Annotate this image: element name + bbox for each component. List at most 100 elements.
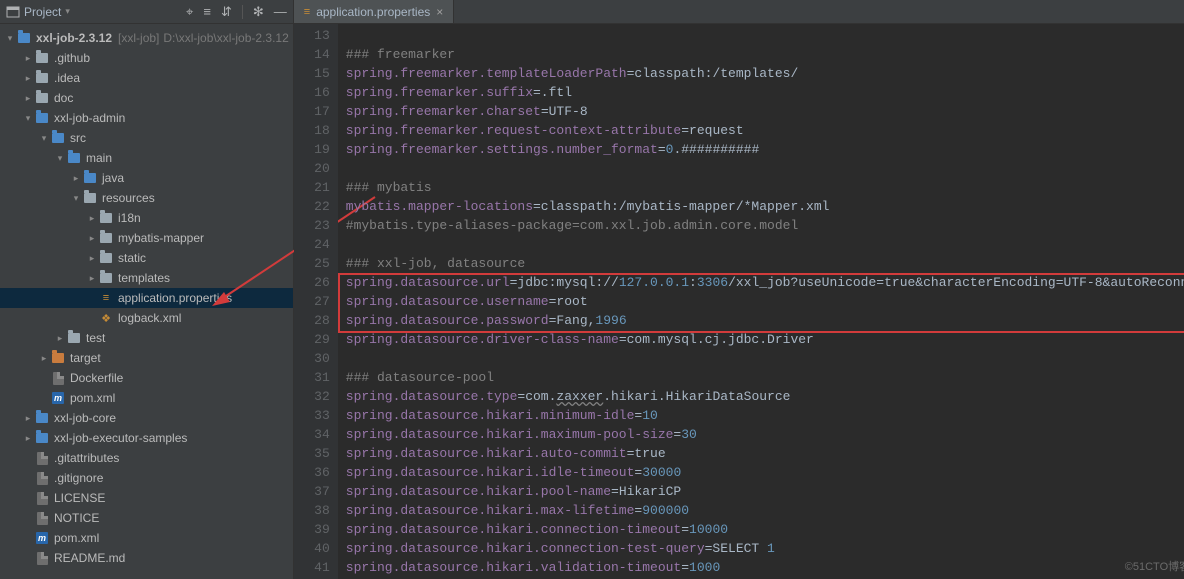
tree-item[interactable]: ▸mybatis-mapper xyxy=(0,228,293,248)
code-line[interactable] xyxy=(346,159,1184,178)
settings-icon[interactable]: ✻ xyxy=(253,4,264,20)
hide-icon[interactable]: — xyxy=(274,4,287,19)
tree-item[interactable]: ❖logback.xml xyxy=(0,308,293,328)
tree-item[interactable]: ▸ target xyxy=(0,348,293,368)
code-line[interactable]: ### datasource-pool xyxy=(346,368,1184,387)
tree-item[interactable]: ▸i18n xyxy=(0,208,293,228)
code-line[interactable]: spring.datasource.url=jdbc:mysql://127.0… xyxy=(346,273,1184,292)
tree-item[interactable]: ▸ test xyxy=(0,328,293,348)
code-line[interactable]: spring.freemarker.request-context-attrib… xyxy=(346,121,1184,140)
properties-file-icon: ≡ xyxy=(304,6,310,18)
tree-item[interactable]: ▾resources xyxy=(0,188,293,208)
toolbar-divider xyxy=(242,5,243,19)
code-line[interactable]: spring.datasource.hikari.connection-time… xyxy=(346,520,1184,539)
code-line[interactable]: ### freemarker xyxy=(346,45,1184,64)
tree-item[interactable]: ▸static xyxy=(0,248,293,268)
code-line[interactable]: spring.datasource.hikari.validation-time… xyxy=(346,558,1184,577)
code-line[interactable]: spring.datasource.hikari.idle-timeout=30… xyxy=(346,463,1184,482)
code-line[interactable]: spring.freemarker.suffix=.ftl xyxy=(346,83,1184,102)
project-dropdown-icon[interactable]: ▾ xyxy=(65,6,70,17)
tree-item[interactable]: ▸xxl-job-executor-samples xyxy=(0,428,293,448)
tree-item[interactable]: LICENSE xyxy=(0,488,293,508)
code-line[interactable]: spring.datasource.hikari.maximum-pool-si… xyxy=(346,425,1184,444)
code-line[interactable]: spring.datasource.username=root xyxy=(346,292,1184,311)
tree-item[interactable]: ▸.idea xyxy=(0,68,293,88)
line-gutter: 1314151617181920212223242526272829303132… xyxy=(294,24,338,579)
chevron-right-icon[interactable]: ▸ xyxy=(22,53,34,64)
tree-item[interactable]: mpom.xml xyxy=(0,388,293,408)
code-content[interactable]: ### freemarkerspring.freemarker.template… xyxy=(338,24,1184,579)
code-line[interactable]: spring.datasource.hikari.connection-test… xyxy=(346,539,1184,558)
chevron-right-icon[interactable]: ▸ xyxy=(86,273,98,284)
chevron-right-icon[interactable]: ▸ xyxy=(70,173,82,184)
code-line[interactable]: #mybatis.type-aliases-package=com.xxl.jo… xyxy=(346,216,1184,235)
chevron-down-icon[interactable]: ▾ xyxy=(70,193,82,204)
tree-item-label: test xyxy=(86,331,105,345)
chevron-down-icon[interactable]: ▾ xyxy=(54,153,66,164)
project-tree[interactable]: ▾ xxl-job-2.3.12 [xxl-job] D:\xxl-job\xx… xyxy=(0,24,293,579)
tree-item[interactable]: ▾xxl-job-admin xyxy=(0,108,293,128)
code-line[interactable]: spring.datasource.hikari.auto-commit=tru… xyxy=(346,444,1184,463)
editor-body[interactable]: 1314151617181920212223242526272829303132… xyxy=(294,24,1184,579)
folder-icon xyxy=(34,53,50,63)
code-line[interactable]: spring.datasource.driver-class-name=com.… xyxy=(346,330,1184,349)
tab-application-properties[interactable]: ≡ application.properties × xyxy=(294,0,455,23)
tree-root[interactable]: ▾ xxl-job-2.3.12 [xxl-job] D:\xxl-job\xx… xyxy=(0,28,293,48)
tree-item[interactable]: ▸doc xyxy=(0,88,293,108)
line-number: 22 xyxy=(294,197,330,216)
file-icon xyxy=(34,452,50,465)
code-line[interactable]: spring.freemarker.templateLoaderPath=cla… xyxy=(346,64,1184,83)
code-line[interactable]: spring.datasource.hikari.pool-name=Hikar… xyxy=(346,482,1184,501)
code-line[interactable] xyxy=(346,349,1184,368)
tree-item[interactable]: Dockerfile xyxy=(0,368,293,388)
code-line[interactable]: spring.datasource.hikari.minimum-idle=10 xyxy=(346,406,1184,425)
chevron-right-icon[interactable]: ▸ xyxy=(86,253,98,264)
chevron-right-icon[interactable]: ▸ xyxy=(38,353,50,364)
code-line[interactable]: mybatis.mapper-locations=classpath:/myba… xyxy=(346,197,1184,216)
tree-item-label: .gitignore xyxy=(54,471,103,485)
chevron-right-icon[interactable]: ▸ xyxy=(86,213,98,224)
tree-item-label: templates xyxy=(118,271,170,285)
line-number: 36 xyxy=(294,463,330,482)
close-tab-icon[interactable]: × xyxy=(436,5,443,19)
tree-item[interactable]: .gitignore xyxy=(0,468,293,488)
chevron-down-icon[interactable]: ▾ xyxy=(4,33,16,44)
code-line[interactable]: spring.datasource.password=Fang,1996 xyxy=(346,311,1184,330)
chevron-down-icon[interactable]: ▾ xyxy=(38,133,50,144)
tree-item[interactable]: ▸.github xyxy=(0,48,293,68)
collapse-all-icon[interactable]: ⇵ xyxy=(221,4,232,20)
tree-item[interactable]: .gitattributes xyxy=(0,448,293,468)
maven-file-icon: m xyxy=(50,392,66,404)
tree-item[interactable]: README.md xyxy=(0,548,293,568)
chevron-right-icon[interactable]: ▸ xyxy=(22,433,34,444)
code-line[interactable] xyxy=(346,235,1184,254)
tree-item-label: target xyxy=(70,351,101,365)
tree-item[interactable]: ▸java xyxy=(0,168,293,188)
chevron-right-icon[interactable]: ▸ xyxy=(22,413,34,424)
code-line[interactable]: spring.datasource.type=com.zaxxer.hikari… xyxy=(346,387,1184,406)
tree-item[interactable]: ≡application.properties xyxy=(0,288,293,308)
folder-icon xyxy=(34,413,50,423)
expand-all-icon[interactable]: ≡ xyxy=(203,4,211,19)
chevron-right-icon[interactable]: ▸ xyxy=(22,73,34,84)
tree-item-label: Dockerfile xyxy=(70,371,123,385)
tree-item[interactable]: NOTICE xyxy=(0,508,293,528)
code-line[interactable]: ### mybatis xyxy=(346,178,1184,197)
chevron-right-icon[interactable]: ▸ xyxy=(22,93,34,104)
code-line[interactable]: spring.datasource.hikari.max-lifetime=90… xyxy=(346,501,1184,520)
chevron-right-icon[interactable]: ▸ xyxy=(86,233,98,244)
line-number: 37 xyxy=(294,482,330,501)
project-title: Project xyxy=(24,5,61,19)
tree-item[interactable]: ▾main xyxy=(0,148,293,168)
tree-item[interactable]: ▾src xyxy=(0,128,293,148)
select-opened-file-icon[interactable]: ⌖ xyxy=(186,4,193,20)
chevron-right-icon[interactable]: ▸ xyxy=(54,333,66,344)
tree-item[interactable]: ▸ templates xyxy=(0,268,293,288)
chevron-down-icon[interactable]: ▾ xyxy=(22,113,34,124)
code-line[interactable]: spring.freemarker.charset=UTF-8 xyxy=(346,102,1184,121)
code-line[interactable]: spring.freemarker.settings.number_format… xyxy=(346,140,1184,159)
tree-item[interactable]: ▸xxl-job-core xyxy=(0,408,293,428)
code-line[interactable] xyxy=(346,26,1184,45)
tree-item[interactable]: mpom.xml xyxy=(0,528,293,548)
code-line[interactable]: ### xxl-job, datasource xyxy=(346,254,1184,273)
